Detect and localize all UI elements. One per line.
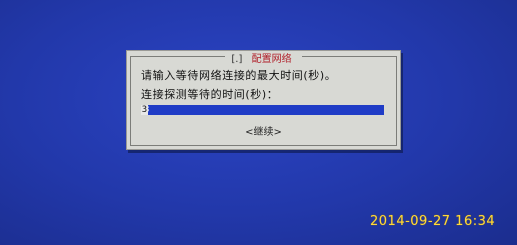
dialog-title-marker: [.]	[230, 54, 244, 66]
dialog-title-text: 配置网络	[246, 54, 297, 66]
continue-button-label: <继续>	[245, 127, 282, 138]
timeout-input[interactable]	[141, 105, 384, 115]
dialog-prompt-text: 请输入等待网络连接的最大时间(秒)。	[141, 69, 337, 82]
dialog-title-bar: [.] 配置网络	[127, 51, 400, 66]
photo-timestamp: 2014-09-27 16:34	[370, 214, 496, 229]
configure-network-dialog: [.] 配置网络 请输入等待网络连接的最大时间(秒)。 连接探测等待的时间(秒)…	[126, 50, 401, 150]
timeout-input-cursor: 3	[141, 105, 148, 115]
continue-button[interactable]: <继续>	[127, 123, 400, 138]
timeout-field-label: 连接探测等待的时间(秒)：	[141, 88, 279, 101]
dialog-title: [.] 配置网络	[225, 54, 302, 66]
screen-background: [.] 配置网络 请输入等待网络连接的最大时间(秒)。 连接探测等待的时间(秒)…	[0, 0, 517, 245]
